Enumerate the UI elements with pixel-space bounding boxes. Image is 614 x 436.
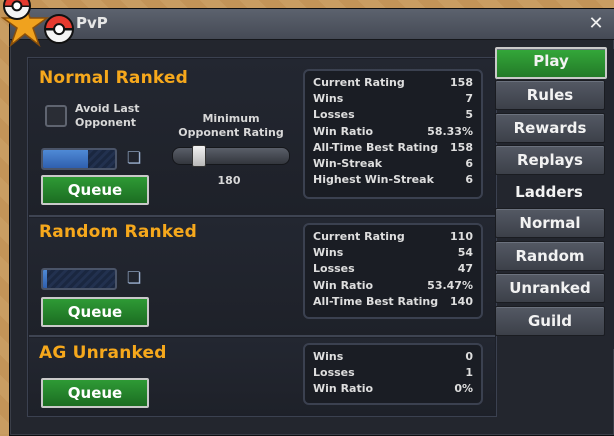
ag-unranked-title: AG Unranked bbox=[39, 343, 167, 363]
stat-row: Win Ratio 58.33% bbox=[313, 124, 473, 140]
normal-queue-progress-fill bbox=[43, 150, 88, 168]
stat-value: 54 bbox=[457, 246, 473, 260]
normal-ranked-section: Normal Ranked Avoid Last Opponent ❏ Queu… bbox=[29, 59, 495, 217]
cube-icon: ❏ bbox=[126, 148, 142, 167]
ladders-header: Ladders bbox=[515, 183, 583, 201]
stat-value: 158 bbox=[450, 140, 473, 154]
queue-panel: Normal Ranked Avoid Last Opponent ❏ Queu… bbox=[27, 57, 497, 417]
stat-value: 6 bbox=[465, 173, 473, 187]
stat-row: Win-Streak 6 bbox=[313, 156, 473, 172]
normal-ranked-title: Normal Ranked bbox=[39, 68, 189, 88]
window-title: PvP bbox=[76, 14, 108, 32]
stat-label: Current Rating bbox=[313, 76, 405, 89]
stat-label: Win-Streak bbox=[313, 156, 383, 170]
stat-row: Wins 0 bbox=[313, 349, 473, 365]
stat-row: Current Rating 110 bbox=[313, 229, 473, 245]
stat-label: Losses bbox=[313, 262, 355, 276]
stat-value: 58.33% bbox=[427, 124, 473, 138]
stat-value: 7 bbox=[465, 92, 473, 106]
stat-value: 140 bbox=[450, 294, 473, 308]
stat-value: 53.47% bbox=[427, 278, 473, 292]
cube-icon: ❏ bbox=[126, 268, 142, 287]
stat-row: Losses 47 bbox=[313, 261, 473, 277]
stat-value: 0 bbox=[465, 350, 473, 363]
random-ranked-stats: Current Rating 110 Wins 54 Losses 47 Win Ra… bbox=[303, 223, 483, 319]
stat-row: Win Ratio 53.47% bbox=[313, 278, 473, 294]
stat-value: 5 bbox=[465, 108, 473, 122]
normal-ranked-stats: Current Rating 158 Wins 7 Losses 5 Win Rati… bbox=[303, 69, 483, 199]
normal-queue-button[interactable]: Queue bbox=[41, 175, 149, 205]
random-queue-progress bbox=[41, 268, 117, 290]
stat-value: 6 bbox=[465, 156, 473, 170]
rules-button[interactable]: Rules bbox=[495, 80, 605, 110]
stat-label: All-Time Best Rating bbox=[313, 140, 439, 154]
random-ranked-section: Random Ranked ❏ Queue Current Rating 110 … bbox=[29, 218, 495, 337]
ag-unranked-section: AG Unranked Queue Wins 0 Losses 1 Win Rati… bbox=[29, 338, 495, 414]
stat-value: 110 bbox=[450, 230, 473, 243]
stat-label: Win Ratio bbox=[313, 382, 374, 396]
stat-row: Wins 7 bbox=[313, 91, 473, 107]
random-queue-progress-fill bbox=[43, 270, 47, 288]
stat-label: Wins bbox=[313, 246, 344, 260]
stat-label: Win Ratio bbox=[313, 124, 374, 138]
stat-label: Wins bbox=[313, 92, 344, 106]
stat-row: Win Ratio 0% bbox=[313, 381, 473, 397]
ag-queue-button[interactable]: Queue bbox=[41, 378, 149, 408]
min-opponent-rating-label: Minimum Opponent Rating bbox=[178, 112, 284, 139]
ladder-random-button[interactable]: Random bbox=[495, 241, 605, 271]
rewards-button[interactable]: Rewards bbox=[495, 113, 605, 143]
ladder-normal-button[interactable]: Normal bbox=[495, 208, 605, 238]
stat-value: 158 bbox=[450, 76, 473, 89]
stat-row: Losses 5 bbox=[313, 107, 473, 123]
avoid-last-opponent-checkbox[interactable] bbox=[45, 105, 67, 127]
stat-label: Losses bbox=[313, 108, 355, 122]
stat-label: Current Rating bbox=[313, 230, 405, 243]
stat-value: 47 bbox=[457, 262, 473, 276]
ladder-guild-button[interactable]: Guild bbox=[495, 306, 605, 336]
stat-label: Wins bbox=[313, 350, 344, 363]
ag-unranked-stats: Wins 0 Losses 1 Win Ratio 0% bbox=[303, 343, 483, 405]
avoid-last-opponent-label: Avoid Last Opponent bbox=[75, 102, 140, 129]
stat-row: Current Rating 158 bbox=[313, 75, 473, 91]
replays-button[interactable]: Replays bbox=[495, 145, 605, 175]
ladder-unranked-button[interactable]: Unranked bbox=[495, 273, 605, 303]
title-bar[interactable]: PvP ✕ bbox=[10, 9, 614, 40]
stat-label: Losses bbox=[313, 366, 355, 380]
stat-value: 1 bbox=[465, 366, 473, 380]
play-button[interactable]: Play bbox=[495, 47, 607, 79]
stat-row: All-Time Best Rating 140 bbox=[313, 294, 473, 310]
min-opponent-rating-value: 180 bbox=[217, 174, 241, 187]
stat-row: Wins 54 bbox=[313, 245, 473, 261]
stat-row: Highest Win-Streak 6 bbox=[313, 172, 473, 188]
stat-row: Losses 1 bbox=[313, 365, 473, 381]
stat-row: All-Time Best Rating 158 bbox=[313, 140, 473, 156]
stat-label: Win Ratio bbox=[313, 278, 374, 292]
stat-label: Highest Win-Streak bbox=[313, 173, 434, 187]
slider-thumb[interactable] bbox=[191, 145, 206, 167]
stat-value: 0% bbox=[454, 382, 473, 396]
stat-label: All-Time Best Rating bbox=[313, 294, 439, 308]
random-ranked-title: Random Ranked bbox=[39, 222, 197, 242]
random-queue-button[interactable]: Queue bbox=[41, 297, 149, 327]
min-opponent-rating-slider[interactable] bbox=[172, 145, 290, 167]
pokeball-icon bbox=[44, 14, 74, 44]
normal-queue-progress bbox=[41, 148, 117, 170]
close-button[interactable]: ✕ bbox=[586, 14, 606, 34]
